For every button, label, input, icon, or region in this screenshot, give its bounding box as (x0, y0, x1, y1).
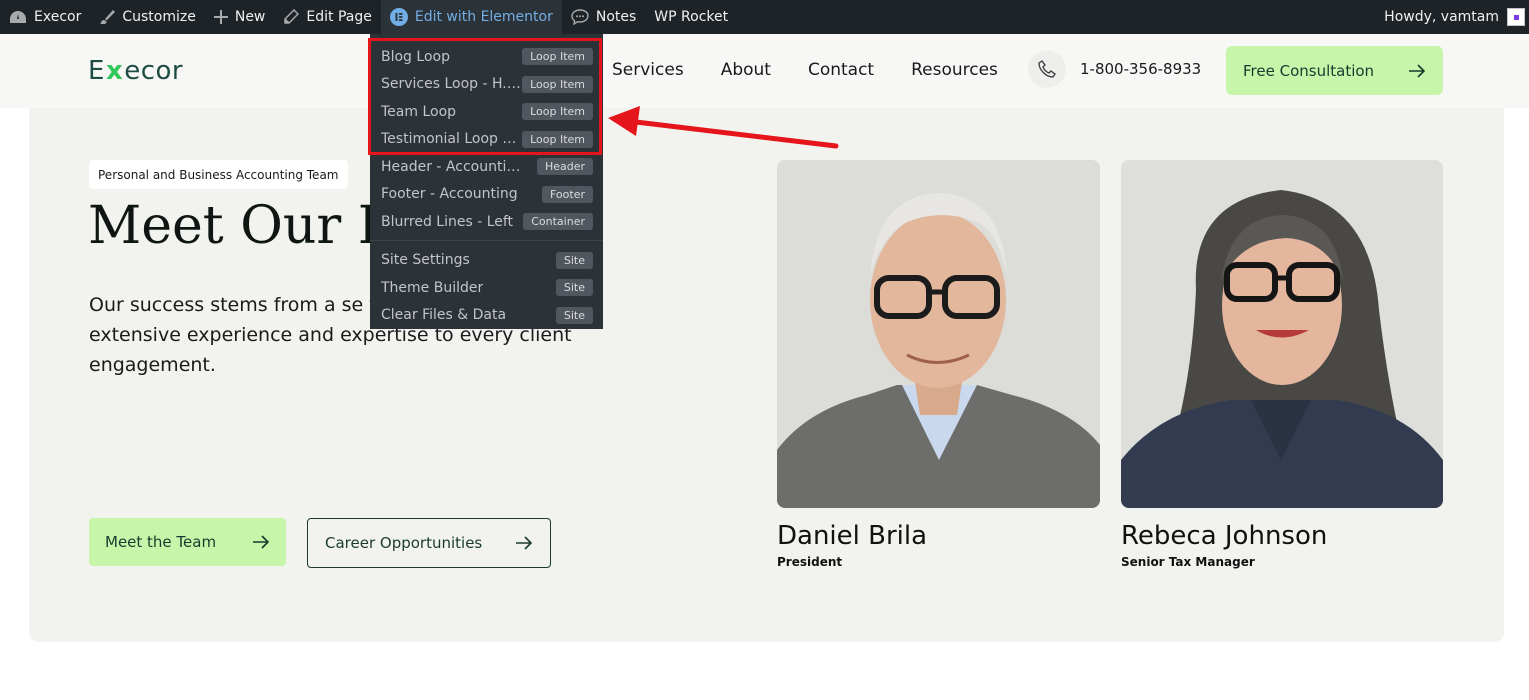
team-member-name: Rebeca Johnson (1121, 521, 1328, 551)
howdy-label: Howdy, vamtam (1384, 9, 1499, 25)
dropdown-item-tag: Site (555, 306, 593, 324)
dropdown-item-blurred-lines[interactable]: Blurred Lines - Left Container (370, 208, 603, 236)
dropdown-item-label: Header - Accounting (381, 158, 521, 175)
edit-with-elementor-label: Edit with Elementor (414, 9, 553, 25)
team-member-photo-rebeca[interactable] (1121, 160, 1443, 508)
dropdown-item-label: Blog Loop (381, 48, 450, 65)
free-consultation-button[interactable]: Free Consultation (1226, 46, 1443, 95)
site-name-label: Execor (34, 9, 82, 25)
dropdown-item-tag: Header (536, 158, 593, 176)
phone-link[interactable]: 1-800-356-8933 (1028, 50, 1201, 88)
nav-item-about[interactable]: About (721, 60, 771, 80)
pencil-icon (284, 9, 300, 24)
free-consultation-label: Free Consultation (1243, 61, 1375, 80)
meet-the-team-label: Meet the Team (105, 533, 217, 551)
new-content-menu[interactable]: New (205, 0, 275, 34)
dropdown-item-blog-loop[interactable]: Blog Loop Loop Item (370, 43, 603, 71)
logo-letter-e: E (88, 56, 105, 86)
notes-label: Notes (595, 9, 637, 25)
edit-page-menu[interactable]: Edit Page (274, 0, 380, 34)
nav-item-contact[interactable]: Contact (808, 60, 874, 80)
dropdown-item-tag: Site (555, 251, 593, 269)
dropdown-item-tag: Footer (542, 185, 593, 203)
customize-label: Customize (122, 9, 196, 25)
main-navigation: Services About Contact Resources (612, 60, 998, 80)
arrow-right-icon (253, 535, 270, 549)
wp-rocket-label: WP Rocket (654, 9, 729, 25)
wp-admin-bar: Execor Customize New Edit Page Edit with… (0, 0, 1529, 34)
career-opportunities-button[interactable]: Career Opportunities (307, 518, 551, 568)
phone-icon (1028, 50, 1066, 88)
elementor-icon (389, 8, 408, 26)
dropdown-item-footer[interactable]: Footer - Accounting Footer (370, 181, 603, 209)
team-member-name: Daniel Brila (777, 521, 928, 551)
new-label: New (234, 9, 266, 25)
logo-text: ecor (124, 56, 184, 86)
phone-number: 1-800-356-8933 (1080, 60, 1202, 78)
dropdown-item-header[interactable]: Header - Accounting Header (370, 153, 603, 181)
team-member-photo-daniel[interactable] (777, 160, 1100, 508)
wp-rocket-menu[interactable]: WP Rocket (645, 0, 737, 34)
dropdown-item-team-loop[interactable]: Team Loop Loop Item (370, 98, 603, 126)
portrait-woman-image (1121, 160, 1443, 508)
arrow-right-icon (516, 536, 533, 550)
dropdown-item-tag: Loop Item (522, 103, 593, 121)
comment-bubble-icon (571, 9, 589, 25)
brush-icon (100, 10, 116, 24)
dropdown-item-label: Theme Builder (381, 279, 484, 296)
edit-page-label: Edit Page (306, 9, 372, 25)
edit-with-elementor-menu[interactable]: Edit with Elementor (380, 0, 562, 34)
dropdown-item-testimonial-loop[interactable]: Testimonial Loop - ... Loop Item (370, 126, 603, 154)
dropdown-item-label: Testimonial Loop - ... (381, 131, 521, 148)
site-name-menu[interactable]: Execor (0, 0, 90, 34)
dropdown-item-label: Team Loop (381, 103, 457, 120)
dropdown-item-tag: Loop Item (522, 130, 593, 148)
team-member-role: President (777, 555, 843, 569)
elementor-dropdown-menu: Blog Loop Loop Item Services Loop - H. .… (370, 34, 603, 329)
dropdown-item-label: Blurred Lines - Left (381, 213, 514, 230)
dropdown-item-theme-builder[interactable]: Theme Builder Site (370, 274, 603, 302)
notes-menu[interactable]: Notes (562, 0, 645, 34)
meet-the-team-button[interactable]: Meet the Team (89, 518, 286, 566)
section-badge: Personal and Business Accounting Team (89, 160, 348, 189)
dropdown-item-label: Services Loop - H. ... (381, 76, 521, 93)
team-member-role: Senior Tax Manager (1121, 555, 1255, 569)
portrait-man-image (777, 160, 1100, 508)
dropdown-divider (370, 239, 603, 241)
plus-icon (213, 10, 228, 24)
dropdown-item-label: Clear Files & Data (381, 307, 507, 324)
dropdown-item-tag: Site (555, 279, 593, 297)
my-account-menu[interactable]: Howdy, vamtam (1384, 0, 1529, 34)
nav-item-resources[interactable]: Resources (911, 60, 998, 80)
avatar (1507, 8, 1525, 26)
customize-menu[interactable]: Customize (90, 0, 205, 34)
dropdown-item-site-settings[interactable]: Site Settings Site (370, 247, 603, 275)
dropdown-item-label: Site Settings (381, 252, 470, 269)
dropdown-item-tag: Loop Item (522, 75, 593, 93)
dropdown-item-services-loop[interactable]: Services Loop - H. ... Loop Item (370, 71, 603, 99)
dropdown-item-clear-files[interactable]: Clear Files & Data Site (370, 302, 603, 330)
dropdown-item-tag: Container (523, 213, 593, 231)
annotation-arrow-icon (608, 106, 839, 149)
nav-item-services[interactable]: Services (612, 60, 684, 80)
dropdown-item-label: Footer - Accounting (381, 186, 518, 203)
arrow-right-icon (1409, 63, 1426, 78)
logo-x-mark: x (105, 56, 124, 86)
site-logo[interactable]: Ex ecor (88, 56, 183, 86)
section-heading: Meet Our Le (88, 196, 378, 256)
dropdown-item-tag: Loop Item (522, 48, 593, 66)
dashboard-icon (10, 11, 26, 23)
career-opportunities-label: Career Opportunities (325, 534, 483, 552)
